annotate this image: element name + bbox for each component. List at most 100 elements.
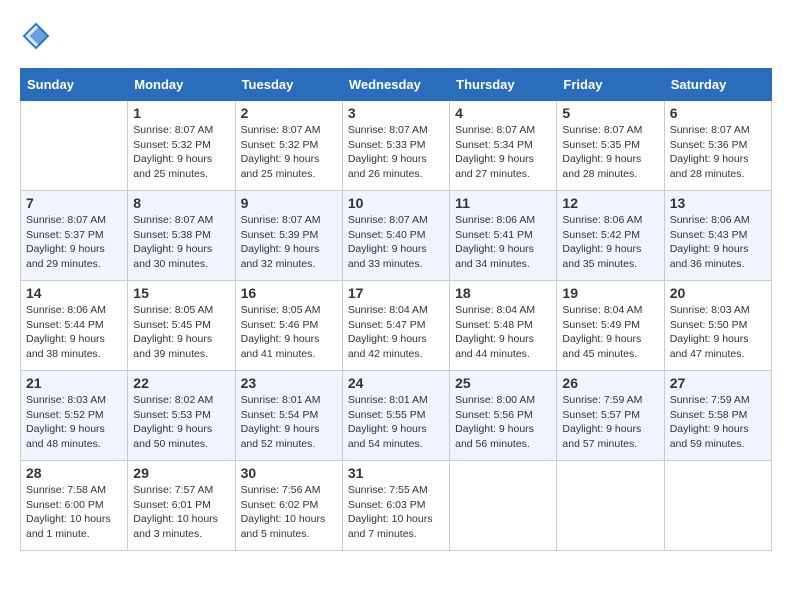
calendar-cell: 11 Sunrise: 8:06 AMSunset: 5:41 PMDayligh… — [450, 191, 557, 281]
calendar-cell: 2 Sunrise: 8:07 AMSunset: 5:32 PMDaylight… — [235, 101, 342, 191]
calendar-cell: 21 Sunrise: 8:03 AMSunset: 5:52 PMDayligh… — [21, 371, 128, 461]
calendar-week-row: 14 Sunrise: 8:06 AMSunset: 5:44 PMDayligh… — [21, 281, 772, 371]
day-number: 6 — [670, 105, 766, 121]
day-number: 20 — [670, 285, 766, 301]
calendar-cell: 6 Sunrise: 8:07 AMSunset: 5:36 PMDaylight… — [664, 101, 771, 191]
day-info: Sunrise: 8:01 AMSunset: 5:55 PMDaylight:… — [348, 393, 444, 452]
day-info: Sunrise: 8:00 AMSunset: 5:56 PMDaylight:… — [455, 393, 551, 452]
day-number: 30 — [241, 465, 337, 481]
calendar-cell: 9 Sunrise: 8:07 AMSunset: 5:39 PMDaylight… — [235, 191, 342, 281]
day-number: 23 — [241, 375, 337, 391]
calendar-cell: 5 Sunrise: 8:07 AMSunset: 5:35 PMDaylight… — [557, 101, 664, 191]
calendar-cell — [557, 461, 664, 551]
day-number: 28 — [26, 465, 122, 481]
calendar-cell: 13 Sunrise: 8:06 AMSunset: 5:43 PMDayligh… — [664, 191, 771, 281]
day-number: 12 — [562, 195, 658, 211]
weekday-header: Saturday — [664, 69, 771, 101]
calendar-week-row: 28 Sunrise: 7:58 AMSunset: 6:00 PMDayligh… — [21, 461, 772, 551]
day-info: Sunrise: 8:04 AMSunset: 5:47 PMDaylight:… — [348, 303, 444, 362]
day-number: 13 — [670, 195, 766, 211]
calendar-cell: 15Sunrise: 8:05 AMSunset: 5:45 PMDayligh… — [128, 281, 235, 371]
day-info: Sunrise: 8:01 AMSunset: 5:54 PMDaylight:… — [241, 393, 337, 452]
calendar-cell: 28 Sunrise: 7:58 AMSunset: 6:00 PMDayligh… — [21, 461, 128, 551]
day-number: 19 — [562, 285, 658, 301]
day-number: 5 — [562, 105, 658, 121]
calendar-cell: 18 Sunrise: 8:04 AMSunset: 5:48 PMDayligh… — [450, 281, 557, 371]
day-number: 17 — [348, 285, 444, 301]
calendar-cell: 31 Sunrise: 7:55 AMSunset: 6:03 PMDayligh… — [342, 461, 449, 551]
calendar-cell: 20Sunrise: 8:03 AMSunset: 5:50 PMDayligh… — [664, 281, 771, 371]
weekday-header: Tuesday — [235, 69, 342, 101]
day-info: Sunrise: 8:07 AMSunset: 5:32 PMDaylight:… — [241, 123, 337, 182]
day-number: 2 — [241, 105, 337, 121]
day-number: 26 — [562, 375, 658, 391]
calendar-cell: 4Sunrise: 8:07 AMSunset: 5:34 PMDaylight… — [450, 101, 557, 191]
calendar-cell: 22Sunrise: 8:02 AMSunset: 5:53 PMDayligh… — [128, 371, 235, 461]
calendar-cell — [21, 101, 128, 191]
day-number: 24 — [348, 375, 444, 391]
day-info: Sunrise: 8:07 AMSunset: 5:36 PMDaylight:… — [670, 123, 766, 182]
calendar-week-row: 7 Sunrise: 8:07 AMSunset: 5:37 PMDaylight… — [21, 191, 772, 281]
weekday-header: Friday — [557, 69, 664, 101]
day-info: Sunrise: 8:07 AMSunset: 5:40 PMDaylight:… — [348, 213, 444, 272]
weekday-header: Monday — [128, 69, 235, 101]
day-info: Sunrise: 8:03 AMSunset: 5:52 PMDaylight:… — [26, 393, 122, 452]
day-number: 25 — [455, 375, 551, 391]
logo — [20, 20, 56, 52]
day-info: Sunrise: 8:04 AMSunset: 5:48 PMDaylight:… — [455, 303, 551, 362]
day-info: Sunrise: 8:07 AMSunset: 5:39 PMDaylight:… — [241, 213, 337, 272]
calendar-cell: 10 Sunrise: 8:07 AMSunset: 5:40 PMDayligh… — [342, 191, 449, 281]
calendar-cell: 26Sunrise: 7:59 AMSunset: 5:57 PMDayligh… — [557, 371, 664, 461]
day-number: 18 — [455, 285, 551, 301]
calendar-cell: 19 Sunrise: 8:04 AMSunset: 5:49 PMDayligh… — [557, 281, 664, 371]
day-number: 14 — [26, 285, 122, 301]
day-info: Sunrise: 7:55 AMSunset: 6:03 PMDaylight:… — [348, 483, 444, 542]
day-number: 7 — [26, 195, 122, 211]
day-info: Sunrise: 7:58 AMSunset: 6:00 PMDaylight:… — [26, 483, 122, 542]
day-number: 16 — [241, 285, 337, 301]
calendar-week-row: 21 Sunrise: 8:03 AMSunset: 5:52 PMDayligh… — [21, 371, 772, 461]
day-number: 31 — [348, 465, 444, 481]
weekday-header: Thursday — [450, 69, 557, 101]
day-info: Sunrise: 7:57 AMSunset: 6:01 PMDaylight:… — [133, 483, 229, 542]
calendar-header-row: SundayMondayTuesdayWednesdayThursdayFrid… — [21, 69, 772, 101]
day-number: 9 — [241, 195, 337, 211]
day-info: Sunrise: 8:06 AMSunset: 5:41 PMDaylight:… — [455, 213, 551, 272]
calendar-cell: 23 Sunrise: 8:01 AMSunset: 5:54 PMDayligh… — [235, 371, 342, 461]
day-number: 29 — [133, 465, 229, 481]
day-info: Sunrise: 8:07 AMSunset: 5:38 PMDaylight:… — [133, 213, 229, 272]
day-number: 3 — [348, 105, 444, 121]
day-info: Sunrise: 8:06 AMSunset: 5:43 PMDaylight:… — [670, 213, 766, 272]
day-info: Sunrise: 8:06 AMSunset: 5:42 PMDaylight:… — [562, 213, 658, 272]
day-number: 21 — [26, 375, 122, 391]
calendar-cell: 8 Sunrise: 8:07 AMSunset: 5:38 PMDaylight… — [128, 191, 235, 281]
day-info: Sunrise: 8:07 AMSunset: 5:37 PMDaylight:… — [26, 213, 122, 272]
day-number: 11 — [455, 195, 551, 211]
calendar-cell: 29 Sunrise: 7:57 AMSunset: 6:01 PMDayligh… — [128, 461, 235, 551]
day-number: 27 — [670, 375, 766, 391]
day-info: Sunrise: 8:07 AMSunset: 5:35 PMDaylight:… — [562, 123, 658, 182]
calendar-cell: 24 Sunrise: 8:01 AMSunset: 5:55 PMDayligh… — [342, 371, 449, 461]
calendar-cell: 25 Sunrise: 8:00 AMSunset: 5:56 PMDayligh… — [450, 371, 557, 461]
day-number: 10 — [348, 195, 444, 211]
weekday-header: Sunday — [21, 69, 128, 101]
calendar-cell: 12 Sunrise: 8:06 AMSunset: 5:42 PMDayligh… — [557, 191, 664, 281]
day-info: Sunrise: 8:06 AMSunset: 5:44 PMDaylight:… — [26, 303, 122, 362]
day-info: Sunrise: 8:07 AMSunset: 5:34 PMDaylight:… — [455, 123, 551, 182]
calendar-cell: 7 Sunrise: 8:07 AMSunset: 5:37 PMDaylight… — [21, 191, 128, 281]
calendar-cell — [450, 461, 557, 551]
day-info: Sunrise: 8:07 AMSunset: 5:32 PMDaylight:… — [133, 123, 229, 182]
calendar-cell: 14 Sunrise: 8:06 AMSunset: 5:44 PMDayligh… — [21, 281, 128, 371]
calendar-cell: 3 Sunrise: 8:07 AMSunset: 5:33 PMDaylight… — [342, 101, 449, 191]
calendar-cell: 1 Sunrise: 8:07 AMSunset: 5:32 PMDaylight… — [128, 101, 235, 191]
day-info: Sunrise: 8:07 AMSunset: 5:33 PMDaylight:… — [348, 123, 444, 182]
calendar-cell — [664, 461, 771, 551]
day-info: Sunrise: 8:05 AMSunset: 5:46 PMDaylight:… — [241, 303, 337, 362]
day-info: Sunrise: 8:04 AMSunset: 5:49 PMDaylight:… — [562, 303, 658, 362]
day-info: Sunrise: 8:02 AMSunset: 5:53 PMDaylight:… — [133, 393, 229, 452]
calendar-cell: 27Sunrise: 7:59 AMSunset: 5:58 PMDayligh… — [664, 371, 771, 461]
day-number: 8 — [133, 195, 229, 211]
day-info: Sunrise: 8:05 AMSunset: 5:45 PMDaylight:… — [133, 303, 229, 362]
day-number: 1 — [133, 105, 229, 121]
calendar-table: SundayMondayTuesdayWednesdayThursdayFrid… — [20, 68, 772, 551]
